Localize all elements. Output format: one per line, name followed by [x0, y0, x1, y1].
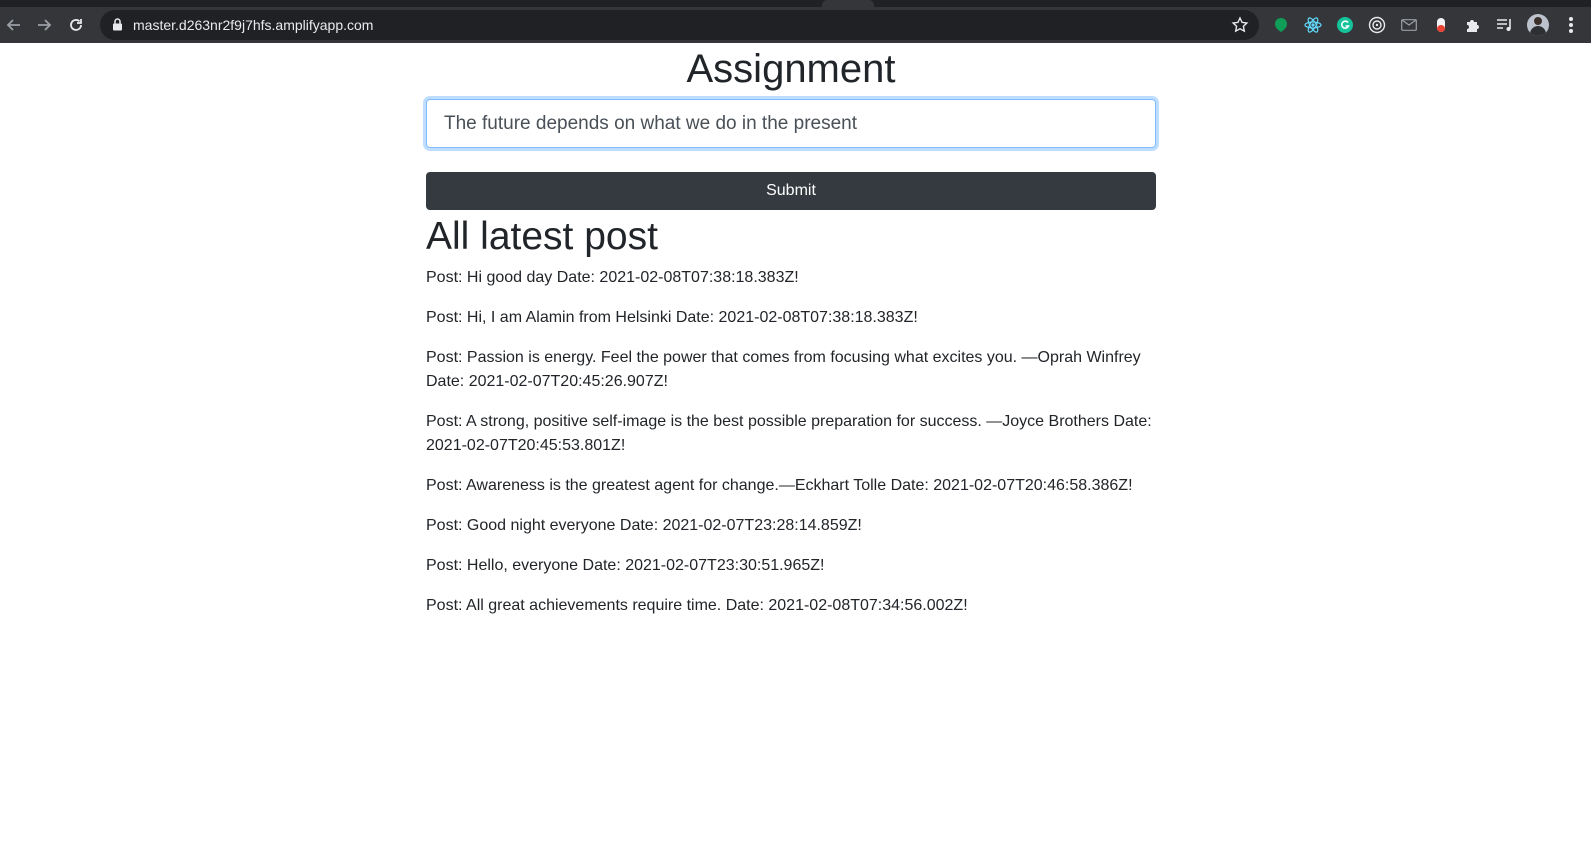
post-item: Post: A strong, positive self-image is t…: [426, 413, 1152, 454]
puzzle-icon[interactable]: [1463, 15, 1483, 35]
tab-strip: [0, 0, 1591, 7]
post-item: Post: Awareness is the greatest agent fo…: [426, 477, 1133, 494]
forward-arrow-icon: [38, 19, 52, 31]
post-item: Post: Hi, I am Alamin from Helsinki Date…: [426, 309, 918, 326]
target-icon[interactable]: [1367, 15, 1387, 35]
active-tab[interactable]: [822, 0, 874, 7]
post-list: Post: Hi good day Date: 2021-02-08T07:38…: [426, 266, 1156, 618]
avatar-body: [1530, 26, 1546, 36]
back-arrow-icon: [6, 19, 20, 31]
back-button[interactable]: [0, 11, 28, 39]
browser-toolbar: master.d263nr2f9j7hfs.amplifyapp.com: [0, 7, 1591, 43]
profile-avatar[interactable]: [1527, 14, 1549, 36]
post-input[interactable]: [427, 100, 1155, 147]
post-input-wrapper: [426, 99, 1156, 148]
page-title: Assignment: [686, 47, 896, 91]
reload-button[interactable]: [62, 11, 90, 39]
reload-icon: [70, 19, 82, 31]
page-content: Assignment Submit All latest post Post: …: [0, 43, 1591, 865]
submit-button[interactable]: Submit: [426, 172, 1156, 210]
url-text[interactable]: master.d263nr2f9j7hfs.amplifyapp.com: [133, 17, 373, 33]
lock-icon: [113, 18, 122, 31]
post-item: Post: All great achievements require tim…: [426, 597, 968, 614]
green-dot-icon[interactable]: [1271, 15, 1291, 35]
post-item: Post: Passion is energy. Feel the power …: [426, 349, 1141, 390]
browser-chrome: master.d263nr2f9j7hfs.amplifyapp.com: [0, 0, 1591, 43]
reading-list-icon[interactable]: [1495, 15, 1515, 35]
address-bar[interactable]: master.d263nr2f9j7hfs.amplifyapp.com: [100, 10, 1259, 40]
forward-button[interactable]: [30, 11, 58, 39]
mail-icon[interactable]: [1399, 15, 1419, 35]
grammarly-icon[interactable]: [1335, 15, 1355, 35]
post-item: Post: Hi good day Date: 2021-02-08T07:38…: [426, 269, 799, 286]
toggle-icon[interactable]: [1431, 15, 1451, 35]
post-item: Post: Good night everyone Date: 2021-02-…: [426, 517, 862, 534]
avatar-head: [1534, 17, 1542, 25]
posts-heading: All latest post: [426, 215, 658, 258]
browser-menu-icon[interactable]: [1564, 15, 1578, 35]
bookmark-star-icon[interactable]: [1231, 16, 1249, 34]
post-item: Post: Hello, everyone Date: 2021-02-07T2…: [426, 557, 825, 574]
react-icon[interactable]: [1303, 15, 1323, 35]
main-container: Assignment Submit All latest post Post: …: [426, 43, 1156, 634]
